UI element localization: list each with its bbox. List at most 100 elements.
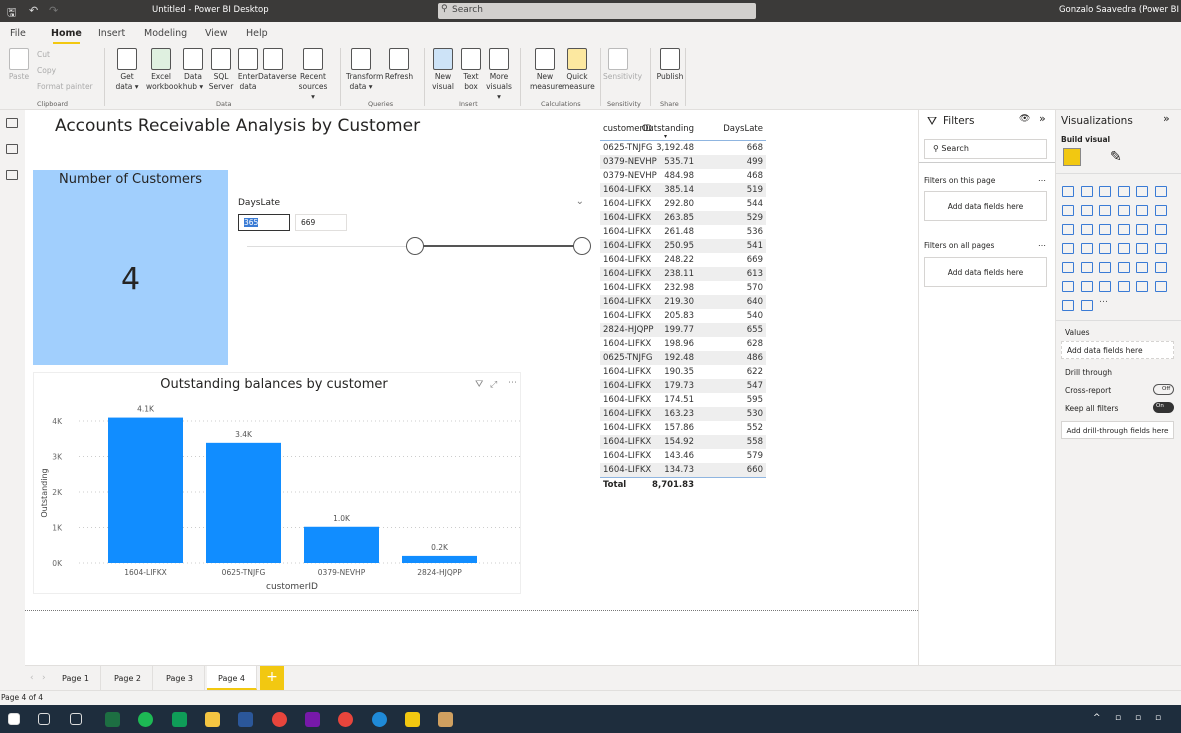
undo-icon[interactable]: ↶ xyxy=(29,4,38,17)
r-visual-icon[interactable] xyxy=(1117,262,1130,273)
key-influencers-icon[interactable] xyxy=(1154,262,1167,273)
line-chart-icon[interactable] xyxy=(1062,205,1074,216)
eye-icon[interactable]: 👁 xyxy=(1019,114,1030,124)
bar-0625-tnjfg[interactable] xyxy=(206,442,281,563)
slicer-max-input[interactable]: 669 xyxy=(295,214,347,231)
bar-1604-lifkx[interactable] xyxy=(108,417,183,563)
page-tab-3[interactable]: Page 3 xyxy=(155,666,205,690)
ribbon-dataverse-button[interactable]: Dataverse xyxy=(258,48,297,82)
column-header-outstanding[interactable]: Outstanding xyxy=(642,124,694,134)
ribbon-new-measure-button[interactable]: New measure xyxy=(530,48,563,92)
next-page-icon[interactable]: › xyxy=(42,673,46,683)
waterfall-icon[interactable] xyxy=(1062,224,1074,235)
stacked-area-icon[interactable] xyxy=(1099,205,1111,216)
user-name[interactable]: Gonzalo Saavedra (Power BI xyxy=(1059,5,1179,15)
ribbon-more-visuals-button[interactable]: More visuals ▾ xyxy=(484,48,514,102)
add-page-button[interactable]: + xyxy=(260,666,284,690)
task-view-icon[interactable] xyxy=(70,713,82,725)
pie-icon[interactable] xyxy=(1117,224,1130,235)
ribbon-copy-button[interactable]: Copy xyxy=(33,66,93,76)
table-row[interactable]: 0379-NEVHP 484.98 468 xyxy=(600,169,766,183)
report-view-icon[interactable] xyxy=(6,118,18,128)
table-row[interactable]: 1604-LIFKX 292.80 544 xyxy=(600,197,766,211)
smart-narrative-icon[interactable] xyxy=(1117,281,1130,292)
page-tab-1[interactable]: Page 1 xyxy=(51,666,101,690)
100-column-icon[interactable] xyxy=(1154,186,1167,197)
table-row[interactable]: 1604-LIFKX 157.86 552 xyxy=(600,421,766,435)
table-row[interactable]: 0625-TNJFG 192.48 486 xyxy=(600,351,766,365)
tray-chevron-icon[interactable]: ^ xyxy=(1093,713,1101,723)
search-box[interactable]: ⚲ Search xyxy=(438,3,756,19)
search-icon[interactable] xyxy=(38,713,50,725)
cross-report-toggle[interactable]: Off xyxy=(1153,384,1174,395)
page-filter-well[interactable]: Add data fields here xyxy=(924,191,1047,221)
kpi-icon[interactable] xyxy=(1154,243,1167,254)
model-view-icon[interactable] xyxy=(6,170,18,180)
table-row[interactable]: 1604-LIFKX 261.48 536 xyxy=(600,225,766,239)
onenote-icon[interactable] xyxy=(305,712,320,727)
ribbon-text-box-button[interactable]: Text box xyxy=(456,48,486,92)
column-header-dayslate[interactable]: DaysLate xyxy=(723,124,763,134)
menu-view[interactable]: View xyxy=(205,28,228,39)
paint-icon[interactable] xyxy=(438,712,453,727)
ribbon-excel-workbook-button[interactable]: Excel workbook xyxy=(146,48,182,92)
table-row[interactable]: 1604-LIFKX 134.73 660 xyxy=(600,463,766,477)
ribbon-sensitivity-button[interactable]: Sensitivity xyxy=(603,48,642,82)
data-view-icon[interactable] xyxy=(6,144,18,154)
edge-icon[interactable] xyxy=(372,712,387,727)
table-icon[interactable] xyxy=(1080,262,1093,273)
qa-icon[interactable] xyxy=(1080,281,1093,292)
table-row[interactable]: 1604-LIFKX 248.22 669 xyxy=(600,253,766,267)
tray-icon[interactable]: ▫ xyxy=(1115,713,1121,723)
matrix-icon[interactable] xyxy=(1099,262,1111,273)
menu-home[interactable]: Home xyxy=(51,28,82,44)
ribbon-sql-server-button[interactable]: SQL Server xyxy=(206,48,236,92)
scatter-icon[interactable] xyxy=(1099,224,1111,235)
file-explorer-icon[interactable] xyxy=(205,712,220,727)
table-row[interactable]: 1604-LIFKX 174.51 595 xyxy=(600,393,766,407)
table-row[interactable]: 1604-LIFKX 238.11 613 xyxy=(600,267,766,281)
paginated-report-icon[interactable] xyxy=(1099,281,1111,292)
more-options-icon[interactable]: ⋯ xyxy=(508,378,517,388)
focus-mode-icon[interactable]: ⤢ xyxy=(489,380,497,390)
ribbon-chart-icon[interactable] xyxy=(1154,205,1167,216)
ribbon-publish-button[interactable]: Publish xyxy=(655,48,685,82)
slider-min-handle[interactable] xyxy=(405,237,424,255)
table-row[interactable]: 1604-LIFKX 190.35 622 xyxy=(600,365,766,379)
area-chart-icon[interactable] xyxy=(1080,205,1093,216)
menu-help[interactable]: Help xyxy=(246,28,268,39)
menu-file[interactable]: File xyxy=(10,28,26,39)
slicer-icon[interactable] xyxy=(1062,262,1074,273)
table-row[interactable]: 1604-LIFKX 163.23 530 xyxy=(600,407,766,421)
slicer-min-input[interactable]: 365 xyxy=(238,214,290,231)
ribbon-new-visual-button[interactable]: New visual xyxy=(428,48,458,92)
dayslate-slicer[interactable]: DaysLate ⌄ 365 669 xyxy=(237,196,592,256)
treemap-icon[interactable] xyxy=(1154,224,1167,235)
chrome-icon[interactable] xyxy=(338,712,353,727)
table-row[interactable]: 1604-LIFKX 385.14 519 xyxy=(600,183,766,197)
spotify-icon[interactable] xyxy=(138,712,153,727)
more-options-icon[interactable]: … xyxy=(1038,174,1046,183)
keep-filters-toggle[interactable]: On xyxy=(1153,402,1174,413)
more-options-icon[interactable]: … xyxy=(1038,239,1046,248)
power-apps-icon[interactable] xyxy=(1136,281,1148,292)
prev-page-icon[interactable]: ‹ xyxy=(30,673,34,683)
table-row[interactable]: 1604-LIFKX 263.85 529 xyxy=(600,211,766,225)
menu-modeling[interactable]: Modeling xyxy=(144,28,187,39)
more-visuals-icon[interactable]: … xyxy=(1099,295,1111,306)
ribbon-cut-button[interactable]: Cut xyxy=(33,50,93,60)
decomposition-tree-icon[interactable] xyxy=(1062,281,1074,292)
filled-map-icon[interactable] xyxy=(1080,243,1093,254)
100-bar-icon[interactable] xyxy=(1136,186,1148,197)
ribbon-paste-button[interactable]: Paste xyxy=(4,48,34,82)
power-automate-icon[interactable] xyxy=(1154,281,1167,292)
page-tab-4[interactable]: Page 4 xyxy=(207,666,257,690)
filters-search[interactable]: ⚲ Search xyxy=(924,139,1047,159)
all-pages-filter-well[interactable]: Add data fields here xyxy=(924,257,1047,287)
arcgis-icon[interactable] xyxy=(1062,300,1074,311)
card-icon[interactable] xyxy=(1117,243,1130,254)
line-clustered-icon[interactable] xyxy=(1136,205,1148,216)
funnel-icon[interactable] xyxy=(1080,224,1093,235)
page-tab-2[interactable]: Page 2 xyxy=(103,666,153,690)
table-row[interactable]: 0379-NEVHP 535.71 499 xyxy=(600,155,766,169)
